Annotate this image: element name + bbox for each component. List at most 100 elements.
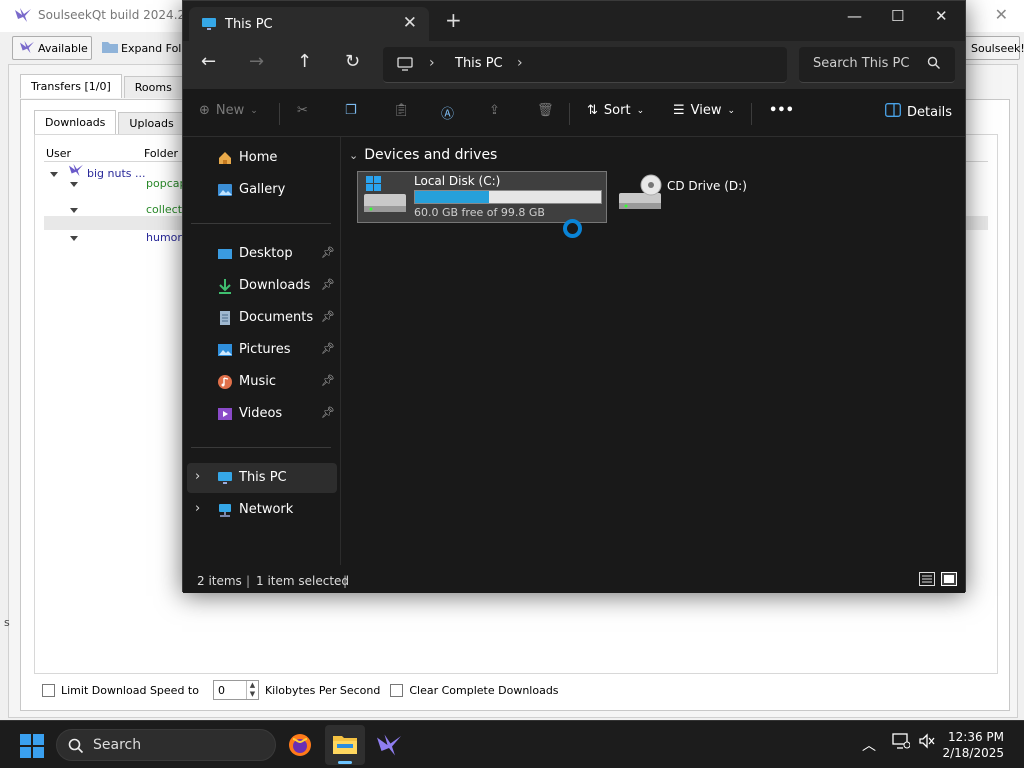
new-label: New [215,103,245,118]
network-icon [217,502,233,518]
explorer-tab[interactable]: This PC ✕ [189,7,429,41]
sidebar-item-pictures[interactable]: Pictures 📌︎ [187,335,337,365]
drive-cd-d[interactable]: CD Drive (D:) [617,171,757,223]
selected-count: 1 item selected [256,574,350,588]
firefox-icon[interactable] [280,725,320,765]
pin-icon[interactable]: 📌︎ [321,310,335,323]
maximize-icon[interactable]: ☐ [891,7,904,25]
drive-name: CD Drive (D:) [667,179,747,193]
sidebar-item-desktop[interactable]: Desktop 📌︎ [187,239,337,269]
table-row[interactable]: collectio [70,203,192,216]
divider [751,103,752,125]
expand-folders-button[interactable]: Expand Folde [96,36,195,60]
chevron-right-icon[interactable]: › [517,55,523,71]
chevron-down-icon[interactable]: ⌄ [349,149,358,162]
breadcrumb-this-pc[interactable]: This PC [455,56,503,71]
tab-rooms[interactable]: Rooms [123,76,183,98]
sidebar-label: This PC [239,470,287,485]
tiles-view-icon[interactable] [941,572,957,589]
minimize-icon[interactable]: — [847,7,862,25]
group-header[interactable]: ⌄ Devices and drives [349,147,497,163]
file-explorer-icon[interactable] [325,725,365,765]
soulseek-right-button[interactable]: Soulseek! [964,36,1024,60]
speed-spinbox[interactable]: 0 ▲ ▼ [212,680,259,700]
limit-speed-checkbox[interactable] [42,683,55,697]
drive-local-disk-c[interactable]: Local Disk (C:) 60.0 GB free of 99.8 GB [357,171,607,223]
view-button[interactable]: ☰ View ⌄ [673,103,735,118]
sidebar-item-videos[interactable]: Videos 📌︎ [187,399,337,429]
loading-spinner-icon [563,219,582,238]
tab-transfers[interactable]: Transfers [1/0] [20,74,122,98]
delete-icon[interactable]: 🗑︎ [537,103,554,118]
volume-muted-icon[interactable] [918,733,936,752]
pin-icon[interactable]: 📌︎ [321,246,335,259]
pin-icon[interactable]: 📌︎ [321,406,335,419]
sidebar-item-documents[interactable]: Documents 📌︎ [187,303,337,333]
gallery-icon [217,182,233,198]
status-bar: 2 items | 1 item selected | [183,565,965,593]
up-icon[interactable]: ↑ [297,51,312,72]
system-clock[interactable]: 12:36 PM 2/18/2025 [942,729,1004,761]
divider [191,223,331,224]
cut-icon[interactable]: ✂ [297,103,308,118]
share-icon[interactable]: ⇪ [489,103,500,118]
plus-circle-icon: ⊕ [199,103,210,118]
more-options-icon[interactable]: ••• [769,103,794,118]
videos-icon [217,406,233,422]
details-view-icon[interactable] [919,572,935,589]
close-tab-icon[interactable]: ✕ [403,13,417,33]
sidebar-item-gallery[interactable]: Gallery [187,175,337,205]
copy-icon[interactable]: ❐ [345,103,357,118]
active-indicator [338,761,352,764]
network-tray-icon[interactable] [892,733,911,752]
chevron-down-icon: ⌄ [250,105,258,116]
collapse-arrow-icon[interactable] [50,171,58,177]
soulseek-close-icon[interactable]: ✕ [995,5,1008,24]
new-tab-icon[interactable]: + [445,10,462,30]
collapse-arrow-icon[interactable] [70,181,78,187]
table-row[interactable]: popcap [70,177,186,190]
explorer-tabbar: This PC ✕ + — ☐ ✕ [183,1,965,41]
sidebar-item-home[interactable]: Home [187,143,337,173]
pin-icon[interactable]: 📌︎ [321,342,335,355]
address-bar[interactable]: › This PC › [383,47,787,83]
collapse-arrow-icon[interactable] [70,207,78,213]
paste-icon[interactable]: 📋︎ [393,103,410,118]
refresh-icon[interactable]: ↻ [345,51,360,72]
clear-complete-checkbox[interactable] [390,683,404,697]
search-input[interactable]: Search This PC [799,47,955,83]
tab-downloads[interactable]: Downloads [34,110,117,134]
sidebar-item-music[interactable]: Music 📌︎ [187,367,337,397]
sidebar-item-downloads[interactable]: Downloads 📌︎ [187,271,337,301]
pin-icon[interactable]: 📌︎ [321,374,335,387]
details-button[interactable]: Details [885,103,952,121]
sidebar-item-network[interactable]: › Network [187,495,337,525]
chevron-up-icon[interactable]: ︿ [862,735,876,755]
main-tabs: Transfers [1/0] Rooms [20,74,185,98]
column-folder[interactable]: Folder [144,147,178,160]
chevron-right-icon[interactable]: › [195,469,200,484]
sidebar-label: Downloads [239,278,311,293]
table-row[interactable]: humor/ [70,231,186,244]
downloads-icon [217,278,233,294]
forward-icon[interactable]: → [249,51,264,72]
soulseek-taskbar-icon[interactable] [368,725,408,765]
chevron-right-icon[interactable]: › [195,501,200,516]
sidebar-item-this-pc[interactable]: › This PC [187,463,337,493]
pin-icon[interactable]: 📌︎ [321,278,335,291]
windows-start-icon[interactable] [20,734,44,761]
back-icon[interactable]: ← [201,51,216,72]
column-user[interactable]: User [46,147,71,160]
rename-icon[interactable]: Ⓐ [441,103,454,122]
sort-button[interactable]: ⇅ Sort ⌄ [587,103,644,118]
collapse-arrow-icon[interactable] [70,235,78,241]
tab-uploads[interactable]: Uploads [118,112,185,134]
status-button[interactable]: Available [12,36,92,60]
taskbar-search[interactable]: Search [56,729,276,761]
close-window-icon[interactable]: ✕ [935,7,948,25]
taskbar-search-label: Search [93,737,142,753]
spin-arrows-icon[interactable]: ▲ ▼ [245,681,258,699]
new-button[interactable]: ⊕ New ⌄ [199,103,258,118]
table-row[interactable]: big nuts ... [50,163,146,180]
chevron-right-icon[interactable]: › [429,55,435,71]
